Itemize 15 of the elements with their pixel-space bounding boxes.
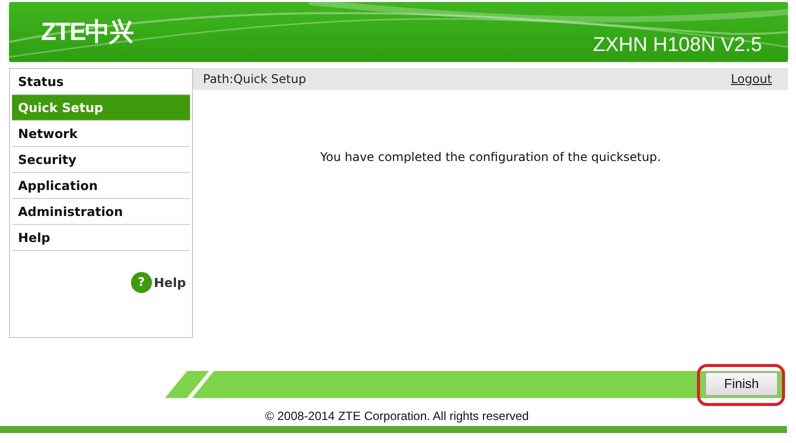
breadcrumb-path: Path:Quick Setup xyxy=(203,71,306,88)
help-icon: ? xyxy=(130,272,152,293)
sidebar-item[interactable]: Quick Setup xyxy=(12,95,190,121)
completion-message: You have completed the configuration of the quicksetup. xyxy=(319,149,662,166)
logout-link[interactable]: Logout xyxy=(730,70,772,88)
sidebar-item[interactable]: Application xyxy=(12,173,190,199)
model-name: ZXHN H108N V2.5 xyxy=(593,35,762,55)
sidebar-item[interactable]: Help xyxy=(12,225,190,251)
sidebar-item[interactable]: Security xyxy=(12,147,190,173)
logo: ZTE中兴 xyxy=(41,20,134,45)
sidebar-item[interactable]: Administration xyxy=(12,199,190,225)
finish-button[interactable]: Finish xyxy=(705,372,778,396)
sidebar-item[interactable]: Network xyxy=(12,121,190,147)
help-link[interactable]: ? Help xyxy=(130,274,186,293)
copyright-text: © 2008-2014 ZTE Corporation. All rights reserved xyxy=(265,409,529,423)
